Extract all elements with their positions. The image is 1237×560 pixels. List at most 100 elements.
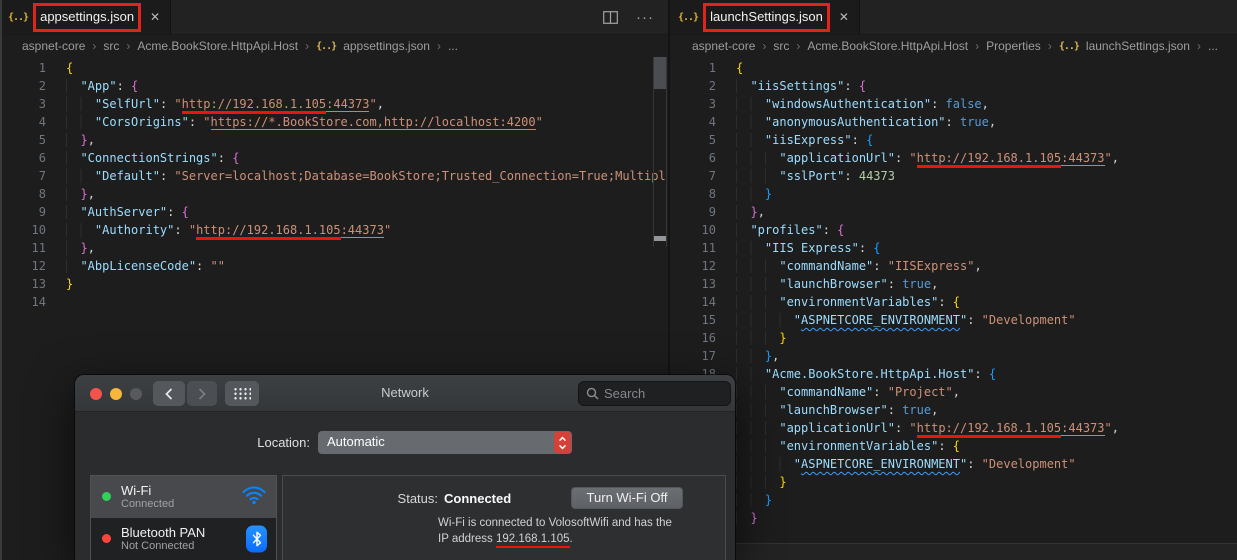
dropdown-stepper-icon[interactable] [554, 432, 571, 453]
code-token: : [931, 97, 946, 111]
chevron-right-icon: › [796, 39, 801, 53]
code-token: : [159, 169, 175, 183]
code-token [736, 79, 751, 93]
tab-appsettings[interactable]: {..} appsettings.json ✕ [0, 0, 172, 34]
breadcrumb[interactable]: aspnet-core › src › Acme.BookStore.HttpApi.H… [0, 35, 668, 57]
code-token: "profiles" [750, 223, 823, 237]
breadcrumb-item[interactable]: aspnet-core [692, 39, 755, 53]
code-token [66, 133, 81, 147]
code-line-text: } [736, 187, 772, 201]
code-token: " [1104, 421, 1112, 435]
code-token: { [736, 61, 744, 75]
code-token: : [873, 385, 888, 399]
tab-launchsettings[interactable]: {..} launchSettings.json ✕ [670, 0, 860, 34]
breadcrumb-item[interactable]: src [773, 39, 789, 53]
breadcrumb-item[interactable]: launchSettings.json [1086, 39, 1190, 53]
line-number: 16 [701, 331, 716, 345]
code-line: 6 "applicationUrl": "http://192.168.1.10… [670, 149, 1237, 168]
code-token: : [217, 151, 233, 165]
code-line-text: } [736, 511, 758, 525]
code-line: 11 }, [0, 239, 668, 257]
code-token [66, 169, 95, 183]
tab-bar-right: {..} launchSettings.json ✕ [670, 0, 1237, 35]
code-token [736, 97, 765, 111]
code-token [66, 223, 95, 237]
code-line-text: "Acme.BookStore.HttpApi.Host": { [736, 367, 996, 381]
close-icon[interactable]: ✕ [839, 10, 849, 24]
code-line: 20 "launchBrowser": true, [670, 401, 1237, 419]
turn-wifi-off-button[interactable]: Turn Wi-Fi Off [571, 487, 683, 509]
show-all-button[interactable] [225, 381, 259, 406]
network-window: Network Search Location: Automatic Wi-Fi… [75, 375, 735, 560]
location-dropdown[interactable]: Automatic [318, 431, 572, 454]
code-line-text: "launchBrowser": true, [736, 277, 938, 291]
line-number: 7 [38, 169, 46, 183]
code-token: "environmentVariables" [779, 439, 939, 453]
code-token: :44373 [1061, 421, 1105, 436]
close-traffic-light[interactable] [90, 388, 102, 400]
code-token: { [858, 79, 867, 93]
code-token [736, 205, 751, 219]
code-token [736, 187, 765, 201]
bluetooth-icon [246, 525, 267, 553]
search-field[interactable]: Search [578, 381, 731, 406]
code-line: 23 "ASPNETCORE_ENVIRONMENT": "Developmen… [670, 455, 1237, 473]
code-token [66, 205, 81, 219]
code-line: 9 "AuthServer": { [0, 203, 668, 221]
code-token: "iisSettings" [750, 79, 845, 93]
code-line-text: }, [66, 241, 95, 255]
line-number: 9 [708, 205, 716, 219]
line-number: 10 [31, 223, 46, 237]
code-token [736, 241, 765, 255]
code-token: "Default" [94, 169, 160, 183]
overview-ruler-mark [654, 236, 666, 241]
breadcrumb-item[interactable]: src [103, 39, 119, 53]
code-token: : [894, 151, 910, 165]
code-line: 11 "IIS Express": { [670, 239, 1237, 257]
forward-button[interactable] [187, 381, 217, 406]
code-token: : [196, 259, 211, 273]
code-token: "anonymousAuthentication" [764, 115, 946, 129]
code-token: } [779, 331, 787, 345]
breadcrumb[interactable]: aspnet-core › src › Acme.BookStore.HttpApi.H… [670, 35, 1237, 57]
breadcrumb-item[interactable]: aspnet-core [22, 39, 85, 53]
more-actions-icon[interactable]: ··· [636, 9, 654, 26]
minimize-traffic-light[interactable] [110, 388, 122, 400]
code-line: 17 }, [670, 347, 1237, 365]
red-annotation-box: appsettings.json [33, 2, 142, 32]
close-icon[interactable]: ✕ [150, 10, 160, 24]
json-file-icon: {..} [8, 11, 29, 23]
code-token: "App" [80, 79, 117, 93]
code-token: ASPNETCORE_ENVIRONMENT [801, 313, 960, 327]
location-label: Location: [257, 435, 310, 450]
wifi-detail-panel: Status: Connected Turn Wi-Fi Off Wi-Fi i… [282, 475, 726, 560]
breadcrumb-item[interactable]: appsettings.json [343, 39, 430, 53]
breadcrumb-item[interactable]: Acme.BookStore.HttpApi.Host [137, 39, 298, 53]
service-row-bluetooth-pan[interactable]: Bluetooth PAN Not Connected [91, 518, 276, 560]
window-titlebar[interactable]: Network Search [75, 375, 735, 412]
code-token: :44373 [340, 223, 384, 238]
code-token: "Development" [981, 457, 1076, 471]
code-editor[interactable]: 1{2 "iisSettings": {3 "windowsAuthentica… [670, 57, 1237, 560]
breadcrumb-item[interactable]: Properties [986, 39, 1041, 53]
line-number: 12 [701, 259, 716, 273]
split-editor-icon[interactable] [603, 10, 618, 24]
code-line-text: }, [736, 205, 765, 219]
breadcrumb-item[interactable]: Acme.BookStore.HttpApi.Host [807, 39, 968, 53]
code-token: " [383, 223, 392, 237]
code-token: "launchBrowser" [779, 277, 888, 291]
search-placeholder: Search [604, 386, 646, 401]
tab-label: appsettings.json [40, 8, 135, 24]
code-line-text: "ASPNETCORE_ENVIRONMENT": "Development" [736, 313, 1076, 327]
service-row-wi-fi[interactable]: Wi-Fi Connected [91, 476, 276, 518]
code-line: 18 "Acme.BookStore.HttpApi.Host": { [670, 365, 1237, 383]
ip-address: 192.168.1.105 [495, 533, 570, 548]
code-token: :44373 [1061, 151, 1105, 166]
code-token: "CorsOrigins" [94, 115, 189, 129]
code-token: { [952, 295, 960, 309]
back-button[interactable] [153, 381, 185, 406]
breadcrumb-item[interactable]: ... [448, 39, 458, 53]
breadcrumb-item[interactable]: ... [1208, 39, 1218, 53]
scrollbar-thumb[interactable] [654, 57, 666, 89]
code-line: 24 } [670, 473, 1237, 491]
